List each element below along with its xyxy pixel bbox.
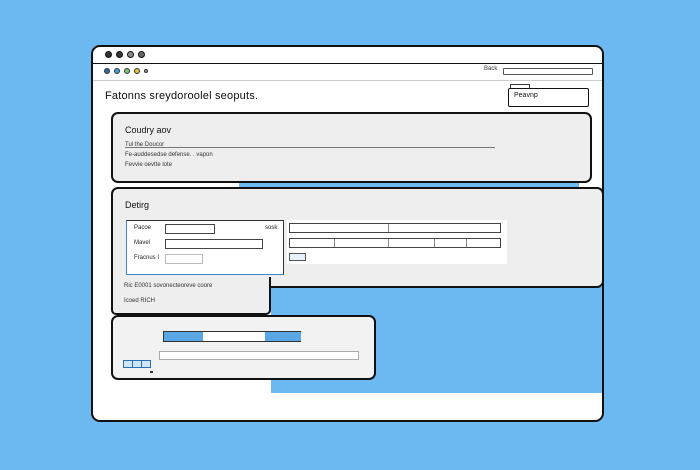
status-line-1: Ric E0001 sovonecteoreve coore	[124, 283, 213, 289]
close-window-icon[interactable]	[105, 51, 112, 58]
browser-toolbar: Back	[93, 64, 602, 81]
home-icon[interactable]	[134, 68, 140, 74]
browser-window: Back Fatonns sreydoroolel seoputs. Peavn…	[91, 45, 604, 422]
text-input-2[interactable]	[165, 239, 263, 249]
details-card: Detirg Pacoe Mavel Fracnus I sosk	[111, 187, 602, 288]
maximize-window-icon[interactable]	[127, 51, 134, 58]
mid-label: sosk	[265, 225, 278, 231]
text-input-3[interactable]	[165, 254, 203, 264]
progress-bar	[163, 331, 301, 342]
address-bar[interactable]	[503, 68, 593, 75]
summary-line-3: Fevvie oevtte lote	[125, 162, 173, 168]
window-control-icon[interactable]	[138, 51, 145, 58]
menu-icon[interactable]	[144, 69, 148, 73]
summary-card: Coudry aov Tul the Doucor Fe-auddesedse …	[111, 112, 592, 183]
details-form-panel: Pacoe Mavel Fracnus I sosk	[126, 220, 284, 275]
forward-icon[interactable]	[114, 68, 120, 74]
field-label-2: Mavel	[134, 240, 151, 246]
table-small-button[interactable]	[289, 253, 306, 261]
progress-fill-end	[265, 332, 301, 341]
summary-heading: Coudry aov	[125, 125, 172, 135]
minimize-window-icon[interactable]	[116, 51, 123, 58]
table-row-1[interactable]	[289, 223, 501, 233]
back-icon[interactable]	[104, 68, 110, 74]
cursor-mark	[150, 371, 153, 373]
stepper-control[interactable]	[123, 360, 151, 368]
table-panel	[287, 220, 507, 264]
summary-divider	[125, 147, 495, 148]
status-panel: Ric E0001 sovonecteoreve coore Icoed RIC…	[111, 277, 271, 315]
header-button[interactable]: Peavnp	[508, 88, 589, 107]
field-label-3: Fracnus I	[134, 255, 160, 261]
title-bar	[93, 47, 602, 64]
text-input-1[interactable]	[165, 224, 215, 234]
page-title: Fatonns sreydoroolel seoputs.	[105, 90, 259, 102]
progress-fill-start	[164, 332, 203, 341]
summary-line-2: Fe-auddesedse defense. . vapon	[125, 152, 213, 158]
details-heading: Detirg	[125, 200, 150, 210]
progress-input[interactable]	[159, 351, 359, 360]
toolbar-label: Back	[484, 66, 498, 72]
reload-icon[interactable]	[124, 68, 130, 74]
table-row-2[interactable]	[289, 238, 501, 248]
field-label-1: Pacoe	[134, 225, 152, 231]
progress-card	[111, 315, 376, 380]
status-line-2: Icoed RICH	[124, 298, 156, 304]
